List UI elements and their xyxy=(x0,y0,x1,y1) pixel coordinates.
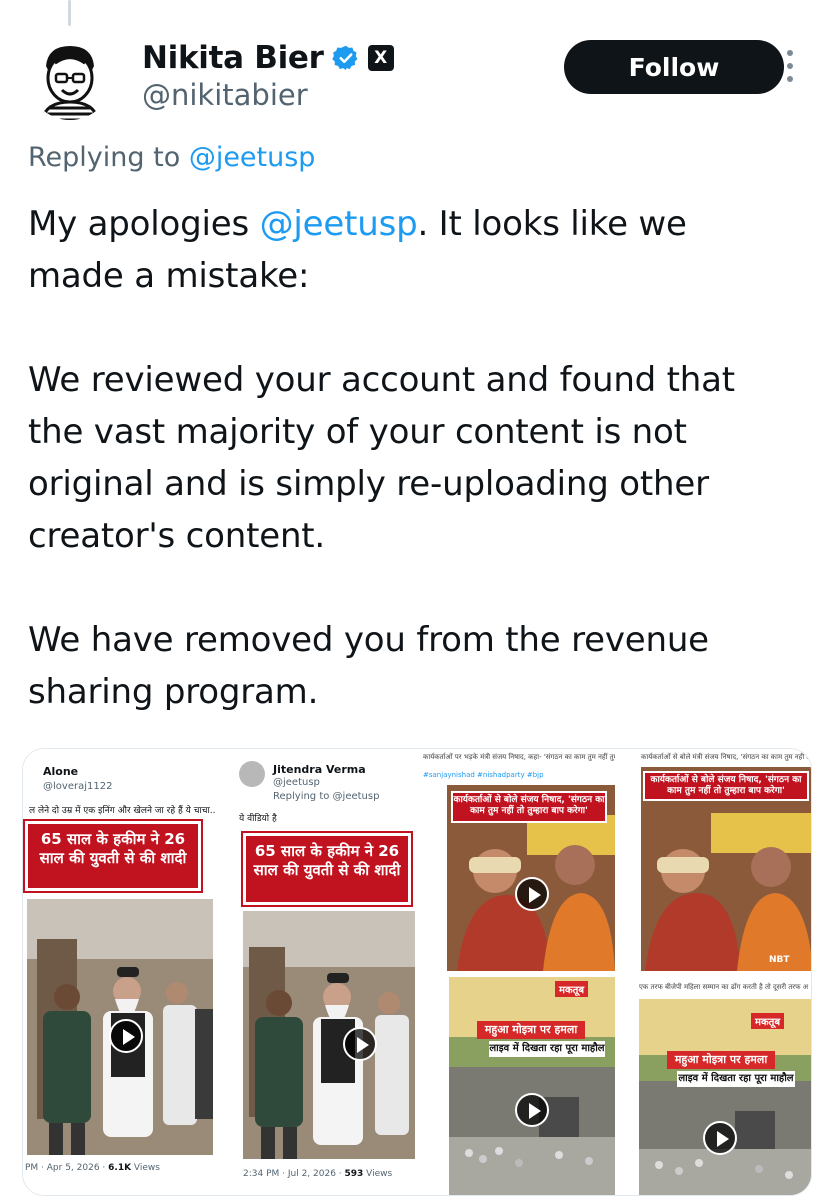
follow-button[interactable]: Follow xyxy=(564,40,784,94)
tweet-text-fragment: My apologies xyxy=(28,204,260,244)
headline-banner: महुआ मोइत्रा पर हमला xyxy=(667,1051,775,1069)
media-panel-screenshot-2[interactable]: Jitendra Verma @jeetusp Replying to @jee… xyxy=(219,749,415,1195)
video-thumbnail xyxy=(639,999,811,1195)
tweet-line: My apologies @jeetusp. It looks like we xyxy=(28,198,818,250)
media-panel-video-3[interactable]: कार्यकर्ताओं पर भड़के मंत्री संजय निषाद,… xyxy=(419,749,615,971)
mention-link[interactable]: @jeetusp xyxy=(260,204,418,244)
mini-post-meta: 2:34 PM · Jul 2, 2026 · 593 Views xyxy=(243,1169,393,1179)
mini-post-text: ल लेने दो उम्र में एक इनिंग और खेलने जा … xyxy=(29,806,215,816)
video-caption: एक तरफ बीजेपी महिला सम्मान का ढोंग करती … xyxy=(639,983,809,991)
play-icon[interactable] xyxy=(515,877,549,911)
mini-display-name: Alone xyxy=(43,765,79,778)
play-icon[interactable] xyxy=(109,1019,143,1053)
tweet-line: sharing program. xyxy=(28,672,319,712)
headline-banner: कार्यकर्ताओं से बोले संजय निषाद, 'संगठन … xyxy=(451,791,607,823)
thread-connector-line xyxy=(68,0,71,26)
mini-post-text: ये वीडियो है xyxy=(239,814,277,824)
brand-tag: मकतूब xyxy=(555,981,589,997)
name-row: Nikita Bier X xyxy=(142,40,394,76)
video-caption: कार्यकर्ताओं पर भड़के मंत्री संजय निषाद,… xyxy=(423,753,615,761)
media-panel-video-6[interactable]: एक तरफ बीजेपी महिला सम्मान का ढोंग करती … xyxy=(619,975,811,1195)
headline-banner: महुआ मोइत्रा पर हमला xyxy=(477,1021,585,1039)
video-thumbnail xyxy=(449,977,615,1195)
media-panel-video-5[interactable]: मकतूब महुआ मोइत्रा पर हमला लाइव में दिखत… xyxy=(419,975,615,1195)
media-panel-video-4[interactable]: कार्यकर्ताओं से बोले मंत्री संजय निषाद, … xyxy=(619,749,812,971)
mini-handle: @loveraj1122 xyxy=(43,781,113,792)
tweet-line: We have removed you from the revenue xyxy=(28,620,709,660)
reply-to-mention[interactable]: @jeetusp xyxy=(189,142,316,173)
display-name[interactable]: Nikita Bier xyxy=(142,40,324,76)
user-handle[interactable]: @nikitabier xyxy=(142,78,308,112)
tweet-text-fragment: . It looks like we xyxy=(417,204,687,244)
mini-display-name: Jitendra Verma xyxy=(273,763,366,776)
play-icon[interactable] xyxy=(515,1093,549,1127)
mini-avatar xyxy=(239,761,265,787)
play-icon[interactable] xyxy=(343,1027,377,1061)
replying-to: Replying to @jeetusp xyxy=(28,142,315,173)
tweet-line: made a mistake: xyxy=(28,256,310,296)
headline-banner: कार्यकर्ताओं से बोले संजय निषाद, 'संगठन … xyxy=(643,771,809,801)
tweet-line: creator's content. xyxy=(28,516,326,556)
mini-replying: Replying to @jeetusp xyxy=(273,791,380,802)
tweet-header: Nikita Bier X @nikitabier Follow xyxy=(28,36,818,126)
play-icon[interactable] xyxy=(703,1121,737,1155)
more-options-icon[interactable] xyxy=(780,50,800,82)
brand-tag: मकतूब xyxy=(751,1013,785,1029)
tweet-line: the vast majority of your content is not xyxy=(28,412,687,452)
mini-post-meta: PM · Apr 5, 2026 · 6.1K Views xyxy=(25,1163,160,1173)
x-affiliate-icon: X xyxy=(367,45,394,71)
headline-banner: 65 साल के हकीम ने 26 साल की युवती से की … xyxy=(23,819,203,893)
video-hashtags: #sanjaynishad #nishadparty #bjp xyxy=(423,771,544,779)
subheadline-banner: लाइव में दिखता रहा पूरा माहौल xyxy=(489,1041,605,1057)
tweet-line: original and is simply re-uploading othe… xyxy=(28,464,709,504)
video-thumbnail xyxy=(243,911,415,1159)
subheadline-banner: लाइव में दिखता रहा पूरा माहौल xyxy=(677,1071,795,1087)
media-panel-screenshot-1[interactable]: Alone @loveraj1122 ल लेने दो उम्र में एक… xyxy=(23,749,215,1195)
media-grid[interactable]: Alone @loveraj1122 ल लेने दो उम्र में एक… xyxy=(22,748,812,1196)
avatar[interactable] xyxy=(28,36,112,120)
nbt-tag: NBT xyxy=(769,955,790,965)
replying-prefix: Replying to xyxy=(28,142,189,173)
tweet-body: My apologies @jeetusp. It looks like we … xyxy=(28,198,818,718)
tweet-line: We reviewed your account and found that xyxy=(28,360,735,400)
mini-handle: @jeetusp xyxy=(273,777,320,788)
headline-banner: 65 साल के हकीम ने 26 साल की युवती से की … xyxy=(241,831,413,907)
verified-badge-icon xyxy=(331,44,360,72)
video-caption: कार्यकर्ताओं से बोले मंत्री संजय निषाद, … xyxy=(641,753,812,761)
